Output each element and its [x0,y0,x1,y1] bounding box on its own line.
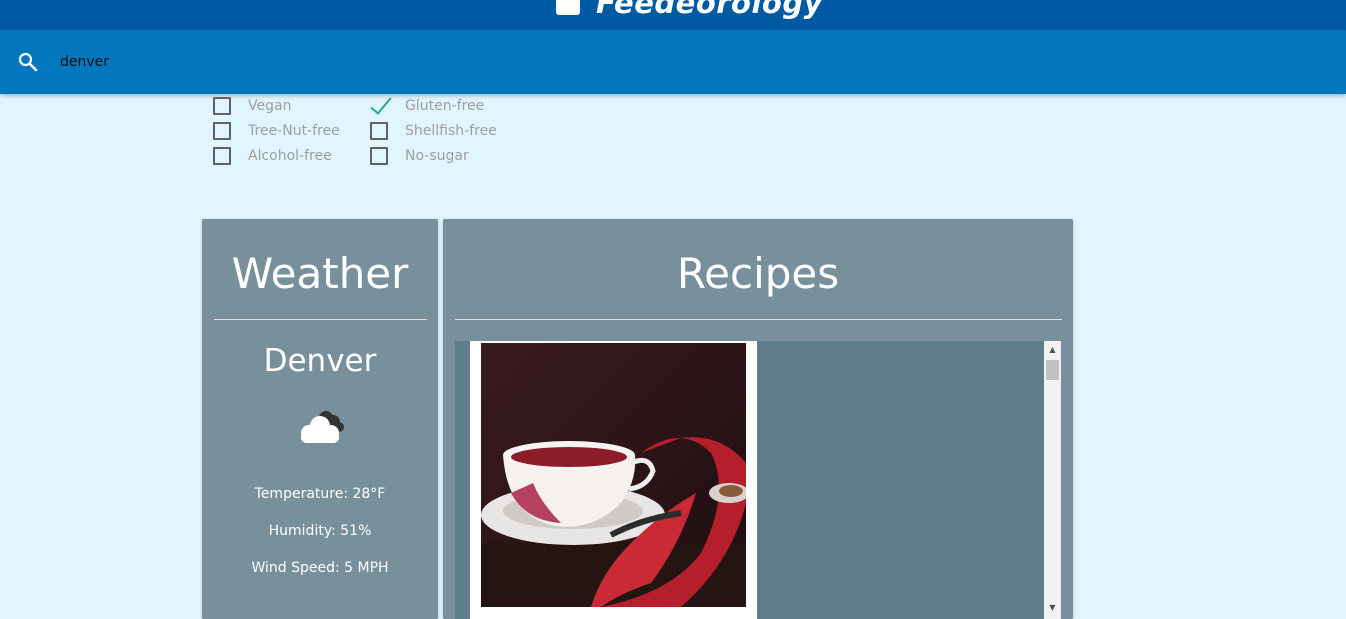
checkbox[interactable] [213,122,231,140]
app-name: Feedeorology [596,0,823,20]
filter-label: Shellfish-free [405,123,497,139]
brand-logo-icon [556,0,580,15]
weather-card: Weather Denver Temperature: 28°F Humidit… [202,219,438,619]
recipes-title: Recipes [676,249,840,298]
cloudy-icon [295,409,347,445]
brand[interactable]: Feedeorology [556,0,823,20]
filter-alcohol-free[interactable]: Alcohol-free [213,147,370,165]
checkbox[interactable] [370,122,388,140]
filter-label: No-sugar [405,148,469,164]
checkbox-checked[interactable] [370,97,388,115]
checkbox[interactable] [213,147,231,165]
recipe-list[interactable]: ▲ ▼ [455,341,1061,619]
divider [455,319,1062,320]
divider [214,319,427,320]
filter-gluten-free[interactable]: Gluten-free [370,97,527,115]
diet-filters: Vegan Gluten-free Tree-Nut-free Shellfis… [213,97,527,165]
search-icon[interactable] [16,50,40,74]
filter-label: Vegan [248,98,292,114]
top-app-bar: Feedeorology [0,0,1346,30]
filter-tree-nut-free[interactable]: Tree-Nut-free [213,122,370,140]
filter-no-sugar[interactable]: No-sugar [370,147,527,165]
scrollbar[interactable]: ▲ ▼ [1044,341,1061,619]
recipe-photo[interactable] [481,343,749,607]
wind-speed: Wind Speed: 5 MPH [251,560,389,576]
checkbox[interactable] [370,147,388,165]
recipes-card: Recipes ▲ ▼ [443,219,1073,619]
city-name: Denver [263,343,377,379]
humidity: Humidity: 51% [268,523,372,539]
scroll-up-arrow-icon[interactable]: ▲ [1044,341,1061,358]
checkbox[interactable] [213,97,231,115]
recipe-card[interactable] [470,341,757,619]
filter-label: Tree-Nut-free [248,123,340,139]
filter-label: Alcohol-free [248,148,332,164]
search-bar [0,30,1346,94]
filter-vegan[interactable]: Vegan [213,97,370,115]
filter-label: Gluten-free [405,98,485,114]
search-input[interactable] [60,50,660,74]
filter-shellfish-free[interactable]: Shellfish-free [370,122,527,140]
scroll-thumb[interactable] [1046,360,1059,380]
weather-title: Weather [231,249,409,298]
temperature: Temperature: 28°F [254,486,386,502]
scroll-down-arrow-icon[interactable]: ▼ [1044,599,1061,616]
